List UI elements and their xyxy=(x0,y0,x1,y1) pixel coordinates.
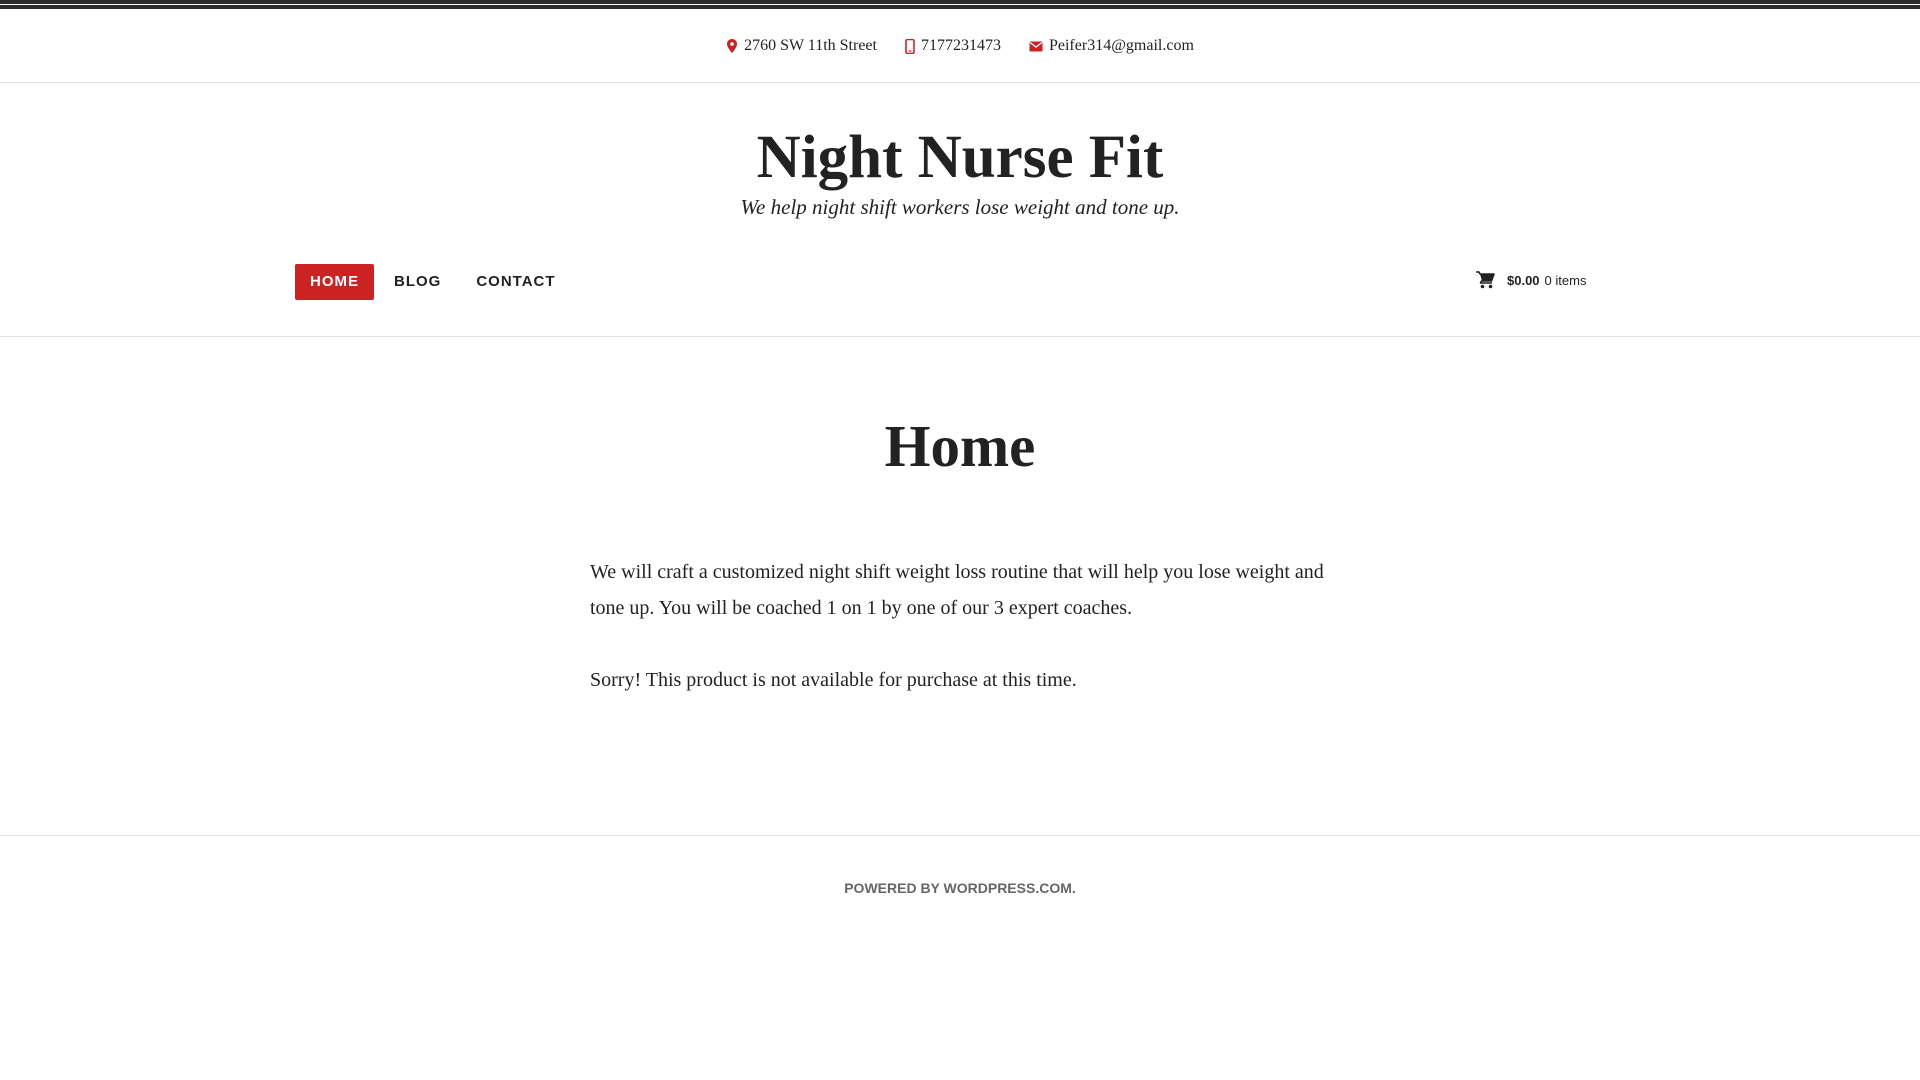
top-border-line xyxy=(0,5,1920,9)
footer-credit-prefix: POWERED BY xyxy=(844,880,944,896)
contact-phone-text[interactable]: 7177231473 xyxy=(921,37,1001,55)
nav-item-home[interactable]: HOME xyxy=(295,264,374,300)
cart-item-count[interactable]: 0 items xyxy=(1545,273,1587,288)
page-content: We will craft a customized night shift w… xyxy=(590,554,1330,734)
contact-phone: 7177231473 xyxy=(905,37,1001,55)
page-title: Home xyxy=(884,413,1036,479)
top-border xyxy=(0,0,1920,10)
location-pin-icon xyxy=(727,39,738,53)
site-title[interactable]: Night Nurse Fit xyxy=(0,120,1920,196)
content-paragraph: We will craft a customized night shift w… xyxy=(590,561,1324,619)
contact-address: 2760 SW 11th Street xyxy=(726,37,877,55)
shopping-cart-icon xyxy=(1476,271,1495,289)
top-border-line xyxy=(0,0,1920,4)
site-tagline: We help night shift workers lose weight … xyxy=(740,195,1180,219)
cart-widget[interactable]: $0.00 0 items xyxy=(1475,270,1586,290)
footer-divider xyxy=(0,835,1920,836)
footer-credit-suffix: . xyxy=(1071,880,1076,896)
content-paragraph: Sorry! This product is not available for… xyxy=(590,669,1077,691)
mobile-phone-icon xyxy=(905,38,915,54)
contact-address-text: 2760 SW 11th Street xyxy=(744,37,877,54)
contact-email: Peifer314@gmail.com xyxy=(1029,37,1194,55)
wordpress-link[interactable]: WORDPRESS.COM xyxy=(944,880,1072,896)
contact-bar: 2760 SW 11th Street 7177231473 Peifer314… xyxy=(0,10,1920,83)
nav-item-contact[interactable]: CONTACT xyxy=(461,264,570,300)
envelope-icon xyxy=(1029,41,1043,51)
cart-total[interactable]: $0.00 xyxy=(1507,273,1540,288)
main-navigation: HOME BLOG CONTACT xyxy=(295,264,576,300)
footer-credit: POWERED BY WORDPRESS.COM. xyxy=(0,880,1920,896)
header-divider xyxy=(0,336,1920,337)
nav-item-blog[interactable]: BLOG xyxy=(379,264,456,300)
contact-email-link[interactable]: Peifer314@gmail.com xyxy=(1049,37,1194,55)
